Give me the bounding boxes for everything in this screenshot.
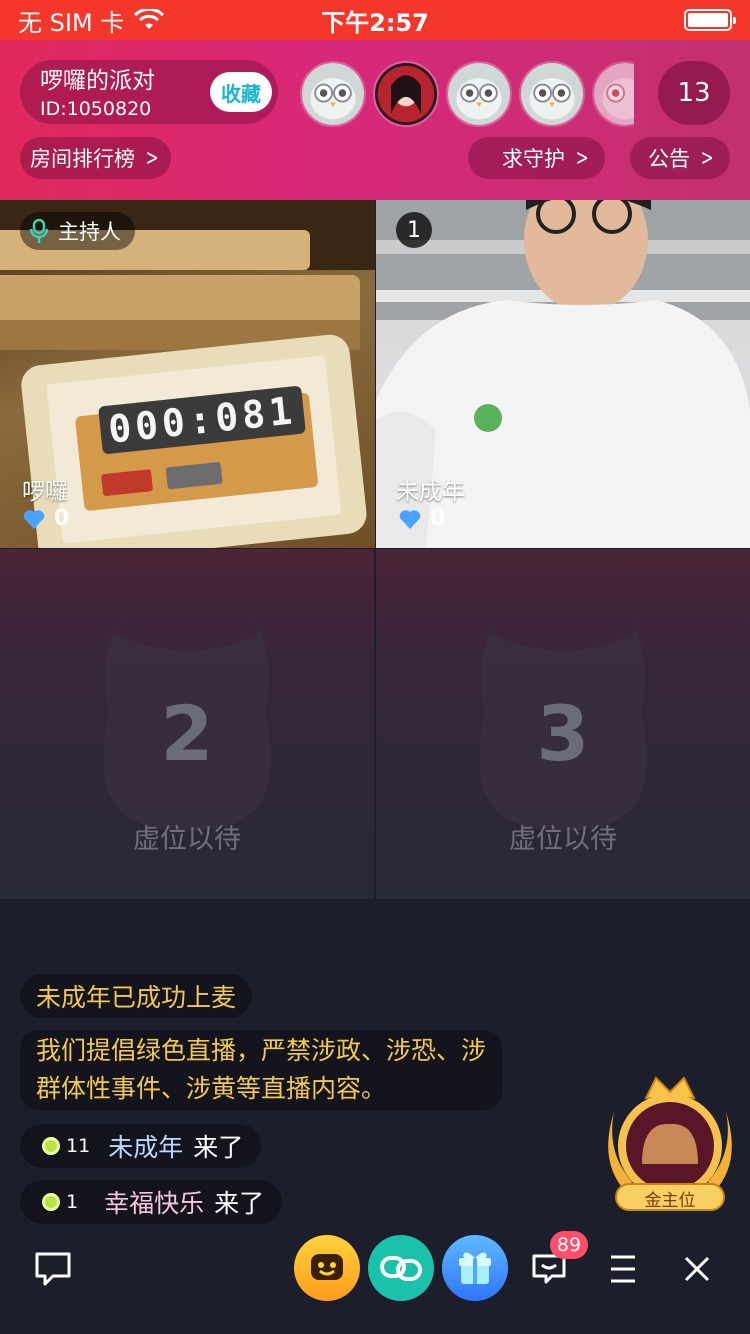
- chat-bubble-icon: [35, 1252, 71, 1286]
- more-menu-button[interactable]: [596, 1240, 650, 1298]
- level-icon: [42, 1193, 60, 1211]
- user-level: 11: [66, 1135, 91, 1157]
- close-room-button[interactable]: [668, 1240, 726, 1298]
- seat-2[interactable]: 2 虚位以待: [0, 549, 374, 899]
- avatar[interactable]: [300, 61, 366, 127]
- seat-1-hearts: 0: [398, 506, 445, 531]
- host-name: 啰囉: [22, 479, 68, 505]
- host-heart-count: 0: [54, 506, 70, 531]
- user-name: 未成年: [108, 1133, 184, 1162]
- message-count-badge: 89: [550, 1231, 588, 1259]
- avatar[interactable]: [519, 61, 585, 127]
- seat-1-heart-count: 0: [430, 506, 446, 531]
- carrier-label: 无 SIM 卡: [18, 8, 125, 37]
- platform-notice-line-2: 群体性事件、涉黄等直播内容。: [36, 1074, 387, 1103]
- seat-3[interactable]: 3 虚位以待: [376, 549, 750, 899]
- seat-2-label: 虚位以待: [133, 824, 241, 855]
- chevron-right-icon: >: [575, 145, 589, 171]
- room-ranking-button[interactable]: 房间排行榜 >: [20, 137, 172, 179]
- chevron-right-icon: >: [700, 145, 714, 171]
- avatar[interactable]: [373, 61, 439, 127]
- microphone-icon: [29, 218, 49, 243]
- host-badge-label: 主持人: [58, 220, 121, 244]
- platform-notice: 我们提倡绿色直播，严禁涉政、涉恐、涉 群体性事件、涉黄等直播内容。: [20, 1030, 503, 1110]
- favorite-button[interactable]: 收藏: [210, 72, 272, 112]
- audience-avatars: [300, 61, 634, 127]
- platform-notice-line-1: 我们提倡绿色直播，严禁涉政、涉恐、涉: [36, 1036, 487, 1065]
- gold-seat-button[interactable]: 金主位: [608, 1072, 732, 1214]
- guard-label: 求守护: [502, 147, 565, 171]
- entry-action: 来了: [214, 1189, 265, 1218]
- chevron-right-icon: >: [145, 145, 159, 171]
- system-message: 未成年已成功上麦: [20, 974, 253, 1018]
- user-level: 1: [66, 1191, 79, 1213]
- link-mic-button[interactable]: [368, 1235, 434, 1301]
- user-name: 幸福快乐: [104, 1189, 205, 1218]
- room-header: 啰囉的派对 ID:1050820 收藏 13 房间排行榜 > 求守护 > 公告 …: [0, 40, 750, 200]
- guard-button[interactable]: 求守护 >: [468, 137, 606, 179]
- wifi-icon: [134, 9, 165, 29]
- link-icon: [380, 1256, 422, 1281]
- emoji-icon: [311, 1254, 343, 1280]
- battery-icon: [684, 9, 736, 31]
- online-count-button[interactable]: 13: [658, 61, 730, 125]
- gold-seat-label: 金主位: [644, 1191, 696, 1211]
- seat-3-number: 3: [536, 689, 590, 778]
- seat-2-number: 2: [160, 689, 214, 778]
- emoji-button[interactable]: [294, 1235, 360, 1301]
- system-message-text: 未成年已成功上麦: [36, 983, 237, 1012]
- chat-entry[interactable]: 11 未成年 来了: [20, 1124, 262, 1168]
- gift-icon: [459, 1252, 491, 1284]
- close-icon: [684, 1256, 710, 1282]
- host-badge: 主持人: [20, 212, 135, 250]
- host-hearts: 0: [22, 506, 69, 531]
- heart-icon: [23, 509, 45, 529]
- level-icon: [42, 1137, 60, 1155]
- seat-1-name: 未成年: [396, 479, 465, 505]
- entry-action: 来了: [193, 1133, 244, 1162]
- seat-1-number-badge: 1: [396, 212, 432, 248]
- room-info-card[interactable]: 啰囉的派对 ID:1050820 收藏: [20, 60, 278, 124]
- avatar[interactable]: [446, 61, 512, 127]
- menu-icon: [611, 1255, 635, 1283]
- host-seat[interactable]: 000:081 主持人 啰囉 0: [0, 200, 375, 548]
- chat-entry[interactable]: 1 幸福快乐 来了: [20, 1180, 283, 1224]
- seat-3-label: 虚位以待: [509, 824, 617, 855]
- announcement-label: 公告: [648, 147, 690, 171]
- gift-button[interactable]: [442, 1235, 508, 1301]
- chat-input-button[interactable]: [22, 1238, 84, 1300]
- heart-icon: [399, 509, 421, 529]
- announcement-button[interactable]: 公告 >: [630, 137, 731, 179]
- status-bar: 无 SIM 卡 下午2:57: [0, 0, 750, 40]
- room-ranking-label: 房间排行榜: [30, 147, 135, 171]
- avatar[interactable]: [592, 61, 634, 127]
- seat-1[interactable]: 1 未成年 0: [376, 200, 750, 548]
